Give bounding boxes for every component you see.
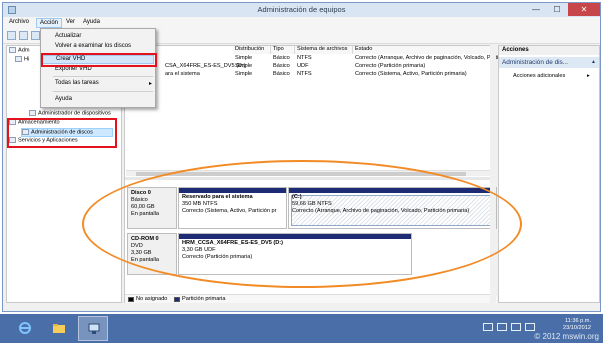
- internet-explorer-icon: [19, 322, 31, 334]
- column-header-type[interactable]: Tipo: [271, 46, 295, 54]
- disk-legend: No asignado Partición primaria: [125, 294, 497, 303]
- create-vhd-highlight-annotation: [41, 53, 157, 67]
- notification-flag-icon[interactable]: [497, 323, 507, 331]
- clock-date: 23/10/2012: [563, 325, 591, 331]
- volume-icon[interactable]: [525, 323, 535, 331]
- file-explorer-button[interactable]: [44, 316, 74, 341]
- table-row[interactable]: ara el sistema Simple Básico NTFS Correc…: [125, 71, 495, 79]
- menu-item-all-tasks[interactable]: Todas las tareas ▸: [55, 80, 155, 89]
- show-hide-tree-icon[interactable]: [31, 31, 40, 40]
- menu-item-rescan-disks[interactable]: Volver a examinar los discos: [55, 43, 131, 52]
- menu-separator: [53, 76, 153, 77]
- keyboard-icon[interactable]: [483, 323, 493, 331]
- tree-highlight-annotation: [7, 118, 117, 148]
- menu-ver[interactable]: Ver: [63, 18, 78, 28]
- menu-item-help[interactable]: Ayuda: [55, 96, 72, 105]
- table-row[interactable]: CSA_X64FRE_ES-ES_DV5 (D:) Simple Básico …: [125, 63, 495, 71]
- legend-swatch-primary: [174, 297, 180, 302]
- taskbar-clock[interactable]: 11:36 p.m. 23/10/2012: [563, 318, 591, 332]
- computer-management-taskbar-button[interactable]: [78, 316, 108, 341]
- legend-swatch-unallocated: [128, 297, 134, 302]
- legend-label-unallocated: No asignado: [136, 296, 168, 302]
- watermark: © 2012 mswin.org: [534, 332, 599, 341]
- computer-management-icon: [88, 323, 100, 334]
- collapse-arrow-icon[interactable]: ▲: [591, 57, 596, 68]
- taskbar: 11:36 p.m. 23/10/2012 © 2012 mswin.org: [0, 314, 603, 343]
- title-bar: Administración de equipos — ☐ ✕: [3, 3, 600, 17]
- folder-icon: [53, 324, 65, 333]
- menu-ayuda[interactable]: Ayuda: [80, 18, 103, 28]
- computer-icon: [9, 47, 16, 53]
- clock-time: 11:36 p.m.: [564, 318, 591, 324]
- network-icon[interactable]: [511, 323, 521, 331]
- table-row[interactable]: Simple Básico NTFS Correcto (Arranque, A…: [125, 55, 513, 63]
- action-menu-dropdown: Actualizar Volver a examinar los discos …: [40, 28, 157, 108]
- column-header-status[interactable]: Estado: [353, 46, 496, 54]
- device-manager-icon: [29, 110, 36, 116]
- menu-item-attach-vhd[interactable]: Exponer VHD: [55, 66, 92, 75]
- actions-section-disk-management[interactable]: Administración de dis... ▲: [499, 57, 599, 68]
- menu-bar: Archivo Acción Ver Ayuda: [3, 17, 600, 28]
- actions-pane: Acciones Administración de dis... ▲ Acci…: [498, 45, 600, 303]
- close-button[interactable]: ✕: [568, 3, 600, 16]
- tools-icon: [15, 56, 22, 62]
- vertical-scrollbar[interactable]: [490, 45, 496, 303]
- forward-arrow-icon[interactable]: [19, 31, 28, 40]
- menu-separator: [53, 91, 153, 92]
- back-arrow-icon[interactable]: [7, 31, 16, 40]
- window-title: Administración de equipos: [257, 5, 346, 14]
- menu-item-refresh[interactable]: Actualizar: [55, 33, 81, 42]
- column-header-layout[interactable]: Distribución: [233, 46, 271, 54]
- tree-item-root[interactable]: Adm: [9, 47, 30, 56]
- maximize-button[interactable]: ☐: [547, 3, 567, 16]
- submenu-arrow-icon: ▸: [587, 73, 590, 79]
- tree-item-system-tools[interactable]: Hi: [15, 56, 29, 65]
- actions-more-link[interactable]: Acciones adicionales ▸: [513, 73, 590, 79]
- internet-explorer-button[interactable]: [10, 316, 40, 341]
- column-header-filesystem[interactable]: Sistema de archivos: [295, 46, 353, 54]
- menu-archivo[interactable]: Archivo: [6, 18, 32, 28]
- actions-header: Acciones: [499, 46, 599, 55]
- submenu-arrow-icon: ▸: [148, 81, 152, 87]
- disk-layout-annotation-ellipse: [82, 160, 522, 288]
- minimize-button[interactable]: —: [526, 3, 546, 16]
- legend-label-primary: Partición primaria: [182, 296, 226, 302]
- menu-accion[interactable]: Acción: [36, 18, 63, 28]
